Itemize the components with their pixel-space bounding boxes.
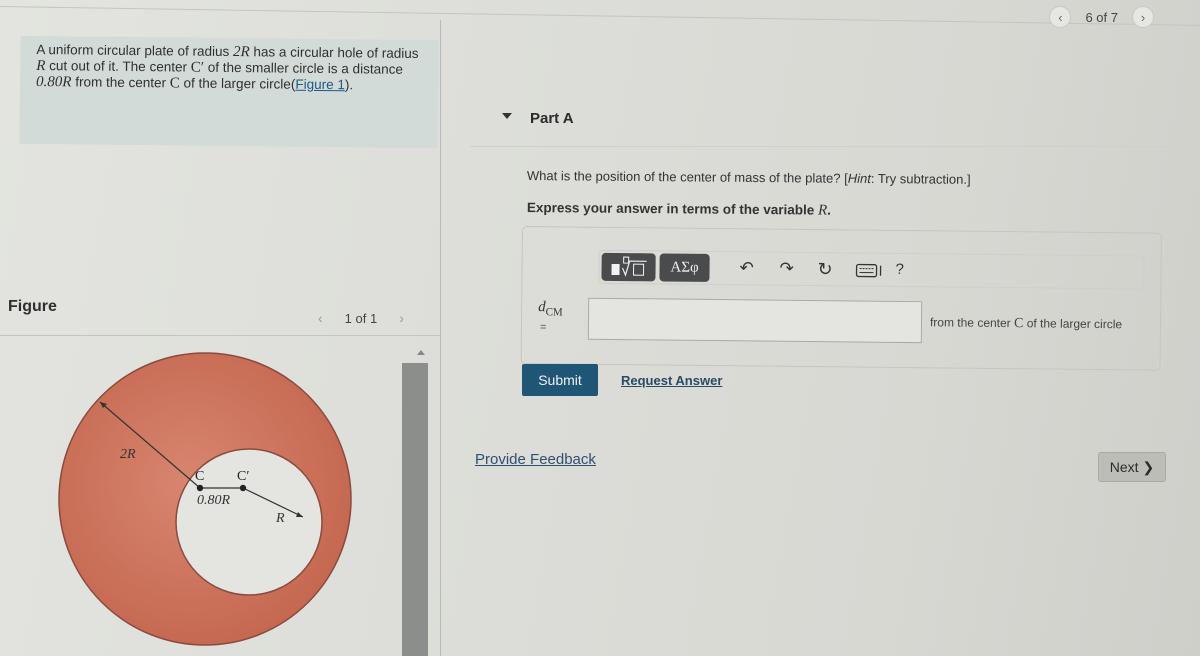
variable-subscript: CM — [545, 306, 563, 319]
next-problem-button[interactable]: › — [1132, 6, 1154, 28]
problem-text: from the center — [71, 74, 170, 91]
request-answer-link[interactable]: Request Answer — [621, 373, 722, 388]
greek-symbols-icon: ΑΣφ — [670, 259, 699, 276]
variable-d: d — [538, 299, 546, 316]
templates-button[interactable] — [601, 252, 656, 282]
chevron-left-icon: ‹ — [1058, 9, 1063, 25]
figure-prev-button[interactable]: ‹ — [318, 310, 323, 326]
next-label: Next — [1109, 459, 1139, 475]
submit-button[interactable]: Submit — [522, 364, 598, 396]
help-icon[interactable]: ? — [895, 261, 904, 278]
prev-problem-button[interactable]: ‹ — [1049, 6, 1072, 28]
label-Cprime: C′ — [237, 469, 249, 484]
part-title[interactable]: Part A — [530, 110, 574, 127]
figure-pager: ‹ 1 of 1 › — [318, 310, 404, 326]
answer-variable-label: dCM — [538, 299, 563, 318]
instruction-end: . — [827, 202, 832, 218]
figure-diagram: 2R C C′ 0.80R R — [58, 352, 352, 646]
label-distance: 0.80R — [197, 493, 231, 508]
label-C: C — [195, 469, 204, 484]
symbols-button[interactable]: ΑΣφ — [659, 253, 710, 282]
header-divider — [0, 6, 1200, 26]
math-var: 2R — [232, 44, 250, 61]
figure-header: Figure ‹ 1 of 1 › — [0, 296, 440, 336]
question-text: What is the position of the center of ma… — [527, 168, 971, 187]
collapse-triangle-icon[interactable] — [502, 113, 512, 119]
problem-pager: ‹ 6 of 7 › — [1049, 6, 1154, 28]
instruction-main: Express your answer in terms of the vari… — [526, 200, 819, 218]
hint-label: Hint — [847, 170, 871, 187]
answer-input[interactable] — [587, 297, 923, 344]
instruction-text: Express your answer in terms of the vari… — [527, 200, 831, 220]
equation-toolbar: ΑΣφ ↶ ↷ ↻ ? — [598, 249, 1145, 290]
figure-scrollbar[interactable] — [400, 340, 432, 656]
problem-text: A uniform circular plate of radius — [36, 41, 234, 60]
chevron-right-icon: › — [1140, 9, 1146, 25]
equals-sign: = — [539, 321, 547, 334]
question-main: What is the position of the center of ma… — [526, 168, 848, 186]
keyboard-icon[interactable] — [855, 262, 883, 282]
hint-text: : Try subtraction.] — [870, 171, 971, 187]
chevron-right-icon: ❯ — [1142, 458, 1155, 475]
part-divider — [470, 146, 1200, 147]
label-2R: 2R — [120, 447, 136, 462]
figure-title: Figure — [8, 298, 57, 315]
undo-icon[interactable]: ↶ — [739, 258, 753, 278]
center-c-dot — [196, 484, 204, 492]
figure-pager-label: 1 of 1 — [344, 310, 378, 326]
redo-icon[interactable]: ↷ — [779, 259, 793, 279]
math-var: C — [169, 75, 180, 92]
reset-icon[interactable]: ↻ — [817, 259, 832, 280]
figure-link[interactable]: Figure 1 — [295, 77, 345, 93]
problem-text: cut out of it. The center — [45, 58, 191, 75]
problem-text: of the smaller circle is a distance — [203, 59, 403, 77]
template-sqrt-icon — [611, 256, 647, 277]
answer-box: ΑΣφ ↶ ↷ ↻ ? dCM = from the center C of t… — [520, 226, 1162, 371]
units-text: from the center — [929, 315, 1015, 331]
problem-text: ). — [344, 77, 354, 93]
answer-units: from the center C of the larger circle — [930, 315, 1130, 332]
page: ‹ 6 of 7 › A uniform circular plate of r… — [0, 0, 1200, 656]
problem-text: of the larger circle( — [179, 75, 296, 92]
math-var: 0.80R — [36, 73, 72, 91]
scroll-up-arrow-icon[interactable] — [417, 350, 425, 355]
math-var: R — [36, 57, 46, 75]
problem-statement: A uniform circular plate of radius 2R ha… — [19, 35, 439, 149]
problem-pager-label: 6 of 7 — [1085, 9, 1118, 25]
center-cprime-dot — [239, 484, 247, 492]
pane-divider — [440, 20, 441, 656]
problem-text: has a circular hole of radius — [249, 44, 419, 61]
label-R: R — [275, 511, 285, 526]
provide-feedback-link[interactable]: Provide Feedback — [475, 451, 596, 468]
math-var: C′ — [190, 59, 205, 76]
units-end: of the larger circle — [1023, 316, 1123, 332]
scrollbar-thumb[interactable] — [402, 363, 428, 656]
figure-next-button[interactable]: › — [399, 310, 404, 326]
next-button[interactable]: Next ❯ — [1098, 452, 1166, 482]
